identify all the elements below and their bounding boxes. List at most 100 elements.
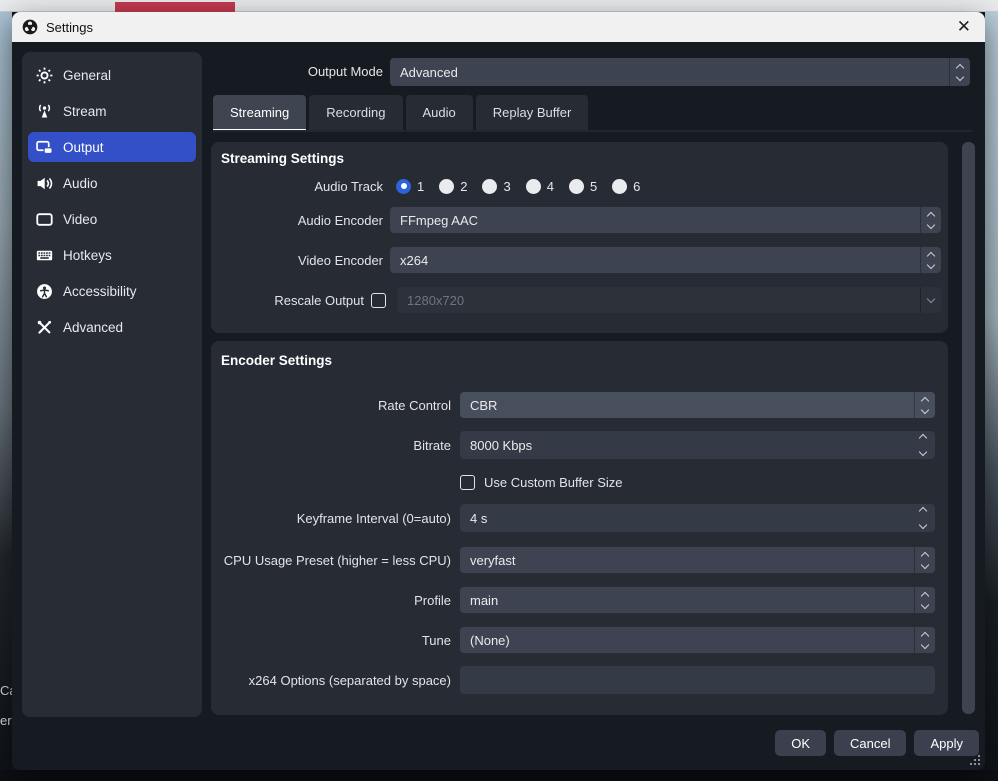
radio-label: 2: [460, 179, 467, 194]
output-icon: [36, 139, 53, 156]
radio-label: 6: [633, 179, 640, 194]
radio-icon[interactable]: [569, 179, 584, 194]
desktop-right-strip: [985, 12, 998, 770]
titlebar[interactable]: Settings ✕: [12, 12, 985, 42]
spin-arrows-icon[interactable]: [920, 508, 926, 528]
radio-label: 1: [417, 179, 424, 194]
sidebar-item-advanced[interactable]: Advanced: [28, 312, 196, 342]
radio-label: 3: [503, 179, 510, 194]
sidebar-item-stream[interactable]: Stream: [28, 96, 196, 126]
keyframe-interval-spinbox[interactable]: 4 s: [460, 504, 935, 532]
tune-label: Tune: [211, 633, 451, 648]
profile-label: Profile: [211, 593, 451, 608]
cancel-button[interactable]: Cancel: [834, 730, 906, 756]
rate-control-label: Rate Control: [211, 398, 451, 413]
sidebar-item-audio[interactable]: Audio: [28, 168, 196, 198]
radio-icon[interactable]: [396, 179, 411, 194]
chevron-updown-icon[interactable]: [914, 392, 935, 418]
encoder-settings-card: Encoder Settings Rate Control CBR Bitrat…: [211, 341, 948, 715]
section-title: Streaming Settings: [221, 151, 344, 166]
tab-streaming[interactable]: Streaming: [213, 95, 306, 131]
radio-icon[interactable]: [439, 179, 454, 194]
vertical-scrollbar[interactable]: [962, 142, 975, 714]
output-tabs: StreamingRecordingAudioReplay Buffer: [213, 95, 588, 131]
sidebar-item-label: Output: [63, 140, 104, 155]
audio-track-radio-2[interactable]: 2: [439, 179, 467, 194]
x264-options-label: x264 Options (separated by space): [211, 673, 451, 688]
dialog-body: General Stream Output Audio Video Hotkeys Acce…: [12, 42, 985, 770]
radio-icon[interactable]: [612, 179, 627, 194]
sidebar-item-video[interactable]: Video: [28, 204, 196, 234]
settings-dialog: Settings ✕ General Stream Output Audio Video…: [12, 12, 985, 770]
audio-track-radio-1[interactable]: 1: [396, 179, 424, 194]
resize-grip[interactable]: [970, 755, 980, 765]
apply-button[interactable]: Apply: [914, 730, 979, 756]
background-text-fragment: er: [0, 713, 12, 728]
tab-baseline: [213, 130, 972, 132]
video-icon: [36, 211, 53, 228]
output-mode-select[interactable]: Advanced: [390, 58, 970, 86]
hotkeys-icon: [36, 247, 53, 264]
video-encoder-label: Video Encoder: [211, 253, 383, 268]
video-encoder-select[interactable]: x264: [390, 247, 941, 273]
obs-logo-icon: [22, 19, 38, 35]
footer-buttons: OK Cancel Apply: [775, 730, 979, 756]
use-custom-buffer-label: Use Custom Buffer Size: [484, 475, 622, 490]
radio-label: 4: [547, 179, 554, 194]
x264-options-input[interactable]: [460, 666, 935, 694]
sidebar-item-hotkeys[interactable]: Hotkeys: [28, 240, 196, 270]
rescale-resolution-select: 1280x720: [397, 287, 941, 313]
sidebar-item-label: Video: [63, 212, 97, 227]
chevron-updown-icon[interactable]: [920, 207, 941, 233]
cpu-preset-select[interactable]: veryfast: [460, 547, 935, 573]
chevron-updown-icon[interactable]: [914, 587, 935, 613]
tune-select[interactable]: (None): [460, 627, 935, 653]
stream-icon: [36, 103, 53, 120]
spin-arrows-icon[interactable]: [920, 435, 926, 455]
chevron-updown-icon[interactable]: [949, 58, 970, 86]
chevron-updown-icon[interactable]: [914, 627, 935, 653]
ok-button[interactable]: OK: [775, 730, 826, 756]
tab-recording[interactable]: Recording: [309, 95, 402, 131]
sidebar-item-label: Accessibility: [63, 284, 137, 299]
settings-sidebar: General Stream Output Audio Video Hotkeys Acce…: [22, 52, 202, 717]
tab-audio[interactable]: Audio: [406, 95, 473, 131]
sidebar-item-label: Advanced: [63, 320, 123, 335]
audio-track-radio-5[interactable]: 5: [569, 179, 597, 194]
close-icon[interactable]: ✕: [957, 12, 971, 42]
rescale-output-checkbox[interactable]: [371, 293, 386, 308]
chevron-updown-icon[interactable]: [920, 247, 941, 273]
tab-replay-buffer[interactable]: Replay Buffer: [476, 95, 589, 131]
advanced-icon: [36, 319, 53, 336]
chevron-updown-icon[interactable]: [914, 547, 935, 573]
radio-icon[interactable]: [526, 179, 541, 194]
desktop-bottom-strip: [0, 770, 998, 781]
sidebar-item-label: General: [63, 68, 111, 83]
streaming-settings-card: Streaming Settings Audio Track 1 2 3 45 6 Au…: [211, 142, 948, 333]
sidebar-item-output[interactable]: Output: [28, 132, 196, 162]
gear-icon: [36, 67, 53, 84]
output-mode-label: Output Mode: [162, 58, 383, 86]
accessibility-icon: [36, 283, 53, 300]
audio-track-radio-group: 1 2 3 45 6: [396, 179, 640, 194]
audio-track-radio-3[interactable]: 3: [482, 179, 510, 194]
sidebar-item-accessibility[interactable]: Accessibility: [28, 276, 196, 306]
sidebar-item-label: Stream: [63, 104, 107, 119]
scrollbar-handle[interactable]: [962, 142, 975, 714]
radio-icon[interactable]: [482, 179, 497, 194]
audio-track-radio-4[interactable]: 4: [526, 179, 554, 194]
sidebar-item-label: Audio: [63, 176, 98, 191]
use-custom-buffer-checkbox[interactable]: [460, 475, 475, 490]
audio-encoder-label: Audio Encoder: [211, 213, 383, 228]
sidebar-item-label: Hotkeys: [63, 248, 112, 263]
rate-control-select[interactable]: CBR: [460, 392, 935, 418]
bitrate-spinbox[interactable]: 8000 Kbps: [460, 431, 935, 459]
cpu-preset-label: CPU Usage Preset (higher = less CPU): [211, 553, 451, 568]
profile-select[interactable]: main: [460, 587, 935, 613]
audio-track-radio-6[interactable]: 6: [612, 179, 640, 194]
rescale-output-label: Rescale Output: [211, 293, 364, 308]
audio-track-label: Audio Track: [211, 179, 383, 194]
audio-encoder-select[interactable]: FFmpeg AAC: [390, 207, 941, 233]
keyframe-interval-label: Keyframe Interval (0=auto): [211, 511, 451, 526]
desktop-left-strip: Ca er: [0, 12, 12, 770]
